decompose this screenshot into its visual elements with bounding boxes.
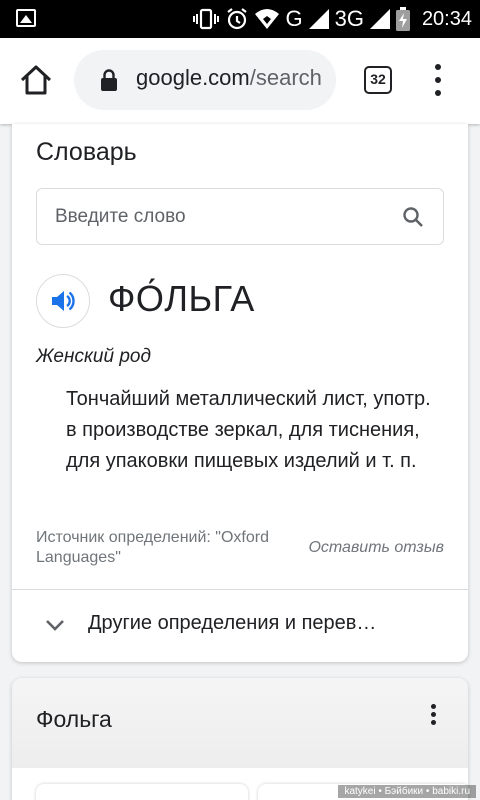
- network-type-label: G: [285, 6, 303, 31]
- home-icon[interactable]: [18, 62, 54, 98]
- signal-icon: [308, 9, 329, 29]
- wifi-icon: [255, 9, 280, 29]
- more-options-icon[interactable]: [426, 704, 442, 726]
- url-path: /search: [249, 65, 322, 90]
- card-title: Фольга: [36, 706, 112, 732]
- dictionary-title: Словарь: [36, 138, 137, 166]
- alarm-icon: [227, 8, 248, 30]
- clock: 20:34: [421, 7, 472, 30]
- vibrate-icon: [193, 8, 220, 30]
- dictionary-card: Словарь ФО́ЛЬГА Женский род Тончайший ме…: [12, 124, 468, 662]
- network-type-label-2: 3G: [334, 6, 364, 31]
- feedback-link[interactable]: Оставить отзыв: [308, 539, 444, 557]
- status-icons: G 3G 20:34: [193, 0, 472, 38]
- pronounce-button[interactable]: [36, 274, 90, 328]
- overflow-menu-icon[interactable]: [426, 62, 450, 98]
- dictionary-search: [36, 188, 444, 245]
- browser-toolbar: google.com/search 32: [0, 38, 480, 124]
- chevron-down-icon: [46, 620, 64, 631]
- url-host: google.com: [136, 65, 250, 90]
- address-bar[interactable]: google.com/search: [74, 50, 336, 110]
- image-thumbnail[interactable]: [36, 784, 248, 800]
- url-text: google.com/search: [136, 65, 324, 91]
- headword: ФО́ЛЬГА: [108, 278, 255, 319]
- more-definitions-row[interactable]: Другие определения и перев…: [12, 590, 468, 660]
- battery-icon: [395, 7, 410, 31]
- speaker-icon: [52, 291, 75, 311]
- gallery-icon: [16, 9, 36, 27]
- tab-switcher-button[interactable]: 32: [364, 66, 392, 94]
- knowledge-card: Фольга: [12, 678, 468, 800]
- definition-text: Тончайший металлический лист, употр. в п…: [66, 388, 431, 472]
- search-icon[interactable]: [401, 205, 425, 229]
- part-of-speech: Женский род: [36, 346, 151, 367]
- status-bar: G 3G 20:34: [0, 0, 480, 38]
- more-definitions-label: Другие определения и перев…: [88, 612, 377, 634]
- signal-icon-2: [369, 9, 390, 29]
- word-search-input[interactable]: [55, 203, 385, 231]
- definition-source: Источник определений: "Oxford Languages": [36, 529, 269, 566]
- watermark: katykei • Бэйбики • babiki.ru: [338, 785, 476, 798]
- lock-icon: [101, 69, 117, 91]
